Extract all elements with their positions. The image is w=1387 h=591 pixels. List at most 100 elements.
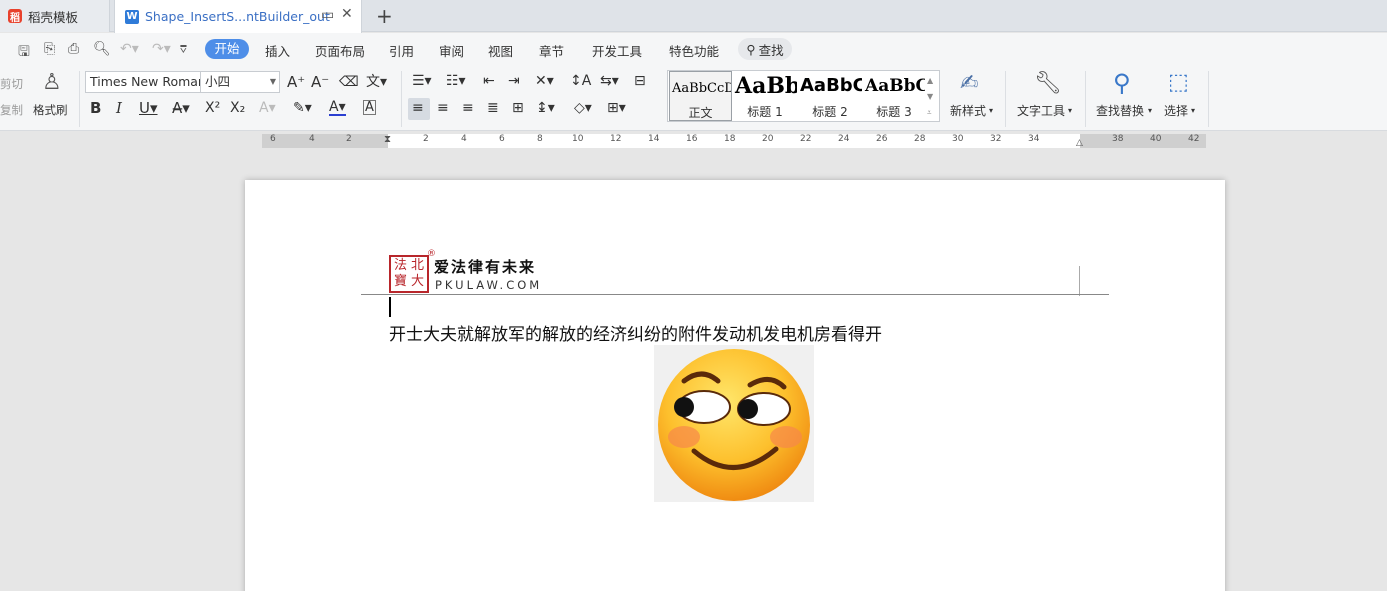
save-icon[interactable]: 🖫 [18,41,30,65]
format-painter-quick-icon[interactable]: ⎘ [44,41,55,57]
tab-docer-templates[interactable]: 稻 稻壳模板 [0,0,110,32]
print-icon[interactable]: ⎙ [68,41,79,57]
highlight-icon[interactable]: ✎▾ [293,100,312,116]
right-indent-marker-icon[interactable]: △ [1076,135,1083,151]
font-color-icon[interactable]: A▾ [329,100,346,116]
cut-button[interactable]: 剪切 [0,76,23,92]
align-center-icon[interactable]: ≡ [437,100,449,116]
separator [1208,71,1209,127]
ruler-number: 32 [990,134,1002,144]
line-spacing-icon[interactable]: ↨▾ [536,100,555,116]
scroll-up-icon[interactable]: ▲ [927,73,933,89]
font-size-value: 小四 [205,74,231,89]
show-hide-marks-icon[interactable]: ⇆▾ [600,73,619,89]
scroll-down-icon[interactable]: ▼ [927,89,933,105]
search-icon: ⚲ [746,41,756,57]
tab-document[interactable]: W Shape_InsertS...ntBuilder_out ▭ ✕ [114,0,362,33]
copy-button[interactable]: 复制 [0,102,23,118]
underline-icon[interactable]: U▾ [139,100,158,116]
document-page[interactable]: 法 北 寶 大 ® 爱法律有未来 PKULAW.COM 开士大夫就解放军的解放的… [245,180,1225,591]
menu-home[interactable]: 开始 [205,39,249,59]
menu-references[interactable]: 引用 [389,41,414,60]
undo-icon[interactable]: ↶▾ [120,41,139,57]
brush-icon: ♙ [42,70,62,95]
clear-format-icon[interactable]: ⌫ [339,74,359,90]
menu-view[interactable]: 视图 [488,41,513,60]
justify-icon[interactable]: ≣ [487,100,499,116]
header-corner-mark [1079,266,1080,296]
ruler-number: 8 [537,134,543,144]
separator [401,71,402,127]
ruler-number: 10 [572,134,584,144]
search-button[interactable]: ⚲ 查找 [738,38,792,60]
increase-font-icon[interactable]: A⁺ [287,74,305,90]
styles-gallery: AaBbCcDd 正文 AaBb 标题 1 AaBbC 标题 2 AaBbC 标… [667,70,940,122]
emoji-image[interactable] [654,345,814,502]
ruler-number: 4 [461,134,467,144]
ruler-number: 26 [876,134,888,144]
style-heading-2[interactable]: AaBbC 标题 2 [798,71,862,121]
redo-icon[interactable]: ↷▾ [152,41,171,57]
indent-marker-icon[interactable]: ⧗ [384,132,391,148]
search-label: 查找 [758,42,784,58]
menu-developer[interactable]: 开发工具 [592,41,642,60]
borders-icon[interactable]: ⊞▾ [607,100,626,116]
ruler-number: 16 [686,134,698,144]
phonetic-guide-icon[interactable]: 文▾ [366,74,387,90]
menu-page-layout[interactable]: 页面布局 [315,41,365,60]
style-normal[interactable]: AaBbCcDd 正文 [669,71,732,121]
ruler-number: 14 [648,134,660,144]
float-window-icon[interactable]: ▭ [321,7,334,23]
table-borders-icon[interactable]: ⊟ [634,73,646,89]
close-tab-icon[interactable]: ✕ [341,6,353,22]
ruler-number: 2 [346,134,352,144]
seal-char: 北 [410,258,424,273]
style-name: 标题 1 [747,105,783,119]
print-preview-icon[interactable]: 🔍︎ [93,41,111,57]
chevron-down-icon: ▾ [989,106,994,115]
menu-review[interactable]: 审阅 [439,41,464,60]
style-heading-3[interactable]: AaBbC 标题 3 [863,71,925,121]
style-preview: AaBb [735,73,797,99]
strikethrough-icon[interactable]: A̶▾ [172,100,190,116]
chinese-layout-icon[interactable]: ✕▾ [535,73,554,89]
decrease-font-icon[interactable]: A⁻ [311,74,329,90]
menu-section[interactable]: 章节 [539,41,564,60]
format-painter-label: 格式刷 [33,103,68,117]
shading-icon[interactable]: ◇▾ [574,100,592,116]
menu-insert[interactable]: 插入 [265,41,290,60]
sort-icon[interactable]: ↕A [570,73,591,89]
menu-special-features[interactable]: 特色功能 [669,41,719,60]
subscript-icon[interactable]: X₂ [230,100,245,116]
increase-indent-icon[interactable]: ⇥ [508,73,520,89]
font-size-select[interactable]: 小四 ▼ [200,71,280,93]
chevron-down-icon: ▼ [269,77,276,86]
ruler-number: 6 [499,134,505,144]
style-name: 标题 2 [812,105,848,119]
expand-gallery-icon[interactable]: ⩡ [927,105,932,121]
bullet-list-icon[interactable]: ☰▾ [412,73,432,89]
superscript-icon[interactable]: X² [205,100,220,116]
ruler-number: 38 [1112,134,1124,144]
style-heading-1[interactable]: AaBb 标题 1 [733,71,797,121]
tab-label: Shape_InsertS...ntBuilder_out [145,9,330,24]
bold-icon[interactable]: B [90,100,101,116]
numbered-list-icon[interactable]: ☷▾ [446,73,466,89]
character-border-icon[interactable]: A [363,100,376,115]
horizontal-ruler[interactable]: ⧗ △ 6 4 2 2 4 6 8 10 12 14 16 18 20 22 2… [0,132,1387,150]
separator [1005,71,1006,127]
font-name-select[interactable]: Times New Roman [85,71,201,93]
customize-toolbar-icon[interactable]: ⩢ [180,43,187,57]
font-name-value: Times New Roman [90,74,201,89]
separator [79,71,80,127]
body-paragraph[interactable]: 开士大夫就解放军的解放的经济纠纷的附件发动机发电机房看得开 [389,320,882,345]
text-effect-icon[interactable]: A▾ [259,100,276,116]
ruler-number: 30 [952,134,964,144]
ribbon-toolbar: 剪切 复制 ♙ 格式刷 Times New Roman 小四 ▼ A⁺ A⁻ ⌫… [0,65,1387,131]
seal-char: 大 [410,274,424,289]
italic-icon[interactable]: I [116,100,122,116]
new-tab-icon[interactable]: + [376,4,393,28]
distributed-icon[interactable]: ⊞ [512,100,524,116]
decrease-indent-icon[interactable]: ⇤ [483,73,495,89]
align-right-icon[interactable]: ≡ [462,100,474,116]
